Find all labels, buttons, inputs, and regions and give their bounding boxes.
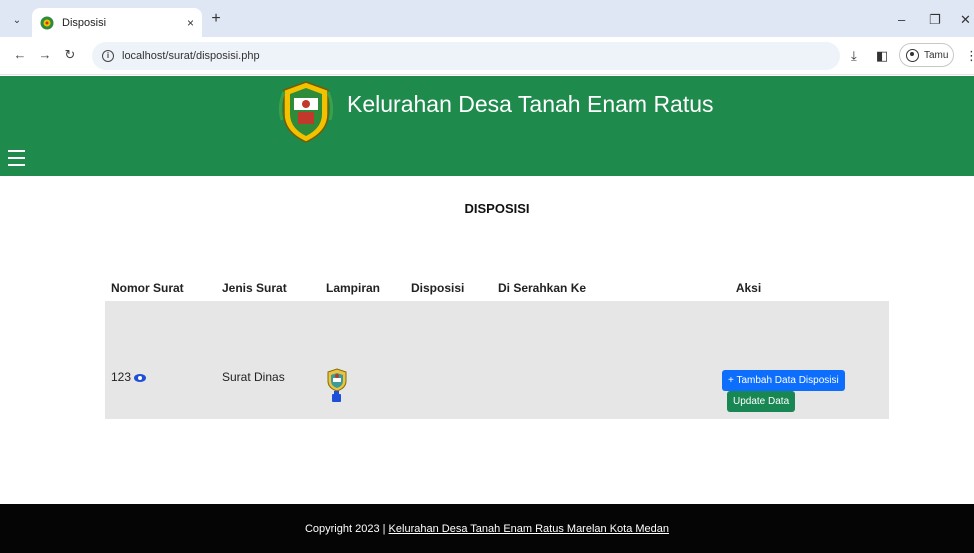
- disposisi-cell: [405, 360, 492, 419]
- eye-icon[interactable]: [134, 373, 147, 382]
- column-header: Lampiran: [326, 281, 381, 295]
- nomor-surat-cell: 123: [105, 360, 216, 419]
- table-spacer: [105, 301, 889, 360]
- profile-icon: [906, 48, 919, 62]
- jenis-surat-cell: Surat Dinas: [216, 360, 320, 419]
- reload-icon[interactable]: ↻: [62, 47, 78, 63]
- new-tab-button[interactable]: +: [206, 10, 226, 28]
- footer-link[interactable]: Kelurahan Desa Tanah Enam Ratus Marelan …: [389, 523, 669, 535]
- site-title: Kelurahan Desa Tanah Enam Ratus: [347, 91, 714, 117]
- add-disposisi-button[interactable]: + Tambah Data Disposisi: [722, 370, 845, 391]
- column-header: Disposisi: [411, 281, 465, 295]
- site-header: Kelurahan Desa Tanah Enam Ratus: [0, 76, 974, 176]
- side-panel-icon[interactable]: ◧: [876, 48, 888, 64]
- restore-icon[interactable]: ❐: [929, 12, 941, 28]
- table-row: 123 Surat Dinas + Tambah Data DisposisiU…: [105, 360, 889, 419]
- back-icon[interactable]: ←: [12, 47, 28, 62]
- tab-search-icon[interactable]: ⌄: [7, 10, 27, 30]
- footer-copyright: Copyright 2023 |: [304, 523, 389, 535]
- column-header: Di Serahkan Ke: [498, 281, 587, 295]
- tab-close-icon[interactable]: ×: [187, 16, 194, 30]
- hamburger-menu-icon[interactable]: [8, 150, 25, 166]
- url-text[interactable]: localhost/surat/disposisi.php: [122, 50, 260, 62]
- column-header: Jenis Surat: [222, 281, 287, 295]
- disposisi-table: Nomor Surat Jenis Surat Lampiran Disposi…: [105, 275, 889, 419]
- browser-toolbar: ← → ↻ i localhost/surat/disposisi.php ⤓ …: [0, 37, 974, 75]
- address-bar[interactable]: i localhost/surat/disposisi.php: [92, 42, 840, 70]
- table-header-row: Nomor Surat Jenis Surat Lampiran Disposi…: [105, 275, 889, 301]
- browser-tab[interactable]: Disposisi ×: [32, 8, 202, 37]
- forward-icon[interactable]: →: [37, 47, 53, 62]
- column-header: Aksi: [735, 281, 762, 295]
- nomor-surat-value: 123: [111, 370, 132, 384]
- update-data-button[interactable]: Update Data: [727, 391, 796, 412]
- favicon-icon: [40, 16, 54, 29]
- lampiran-cell: [320, 360, 405, 419]
- site-footer: Copyright 2023 | Kelurahan Desa Tanah En…: [0, 504, 974, 553]
- tab-title: Disposisi: [62, 16, 107, 29]
- minimize-icon[interactable]: –: [898, 12, 905, 27]
- info-icon[interactable]: i: [102, 50, 114, 62]
- lampiran-thumbnail[interactable]: [326, 368, 348, 392]
- close-icon[interactable]: ✕: [960, 12, 971, 28]
- kelurahan-logo: [278, 81, 334, 143]
- profile-button[interactable]: Tamu: [899, 43, 954, 67]
- print-icon[interactable]: [332, 391, 341, 402]
- browser-tabstrip: ⌄ Disposisi × + – ❐ ✕: [0, 0, 974, 37]
- kebab-menu-icon[interactable]: ⋮: [965, 48, 974, 64]
- diserahkan-ke-cell: [492, 360, 608, 419]
- column-header: Nomor Surat: [111, 281, 184, 295]
- page-title: DISPOSISI: [464, 201, 530, 216]
- download-icon[interactable]: ⤓: [851, 48, 857, 64]
- profile-label: Tamu: [924, 49, 949, 61]
- aksi-cell: + Tambah Data DisposisiUpdate Data: [608, 360, 889, 419]
